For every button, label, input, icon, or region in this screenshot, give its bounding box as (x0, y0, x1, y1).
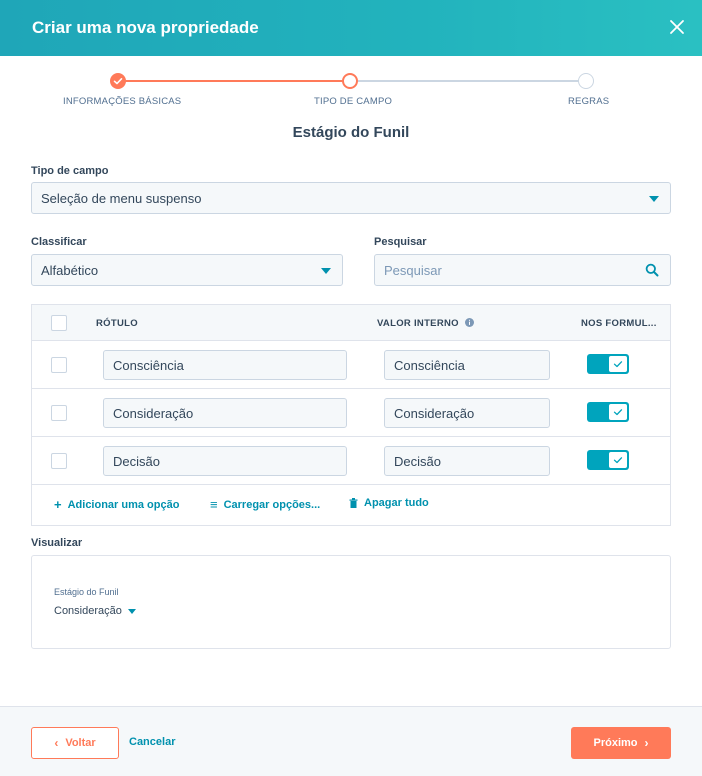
preview-heading: Visualizar (31, 537, 83, 549)
option-internal-value-input[interactable]: Decisão (384, 446, 550, 476)
clear-all-label: Apagar tudo (364, 497, 429, 509)
option-internal-value-input[interactable]: Consideração (384, 398, 550, 428)
search-input[interactable] (374, 254, 671, 286)
close-icon[interactable] (666, 16, 688, 38)
check-icon (608, 451, 628, 469)
table-actions: + Adicionar uma opção ≡ Carregar opções.… (32, 495, 670, 525)
trash-icon (349, 498, 358, 508)
table-row: Consciência Consciência (32, 341, 670, 389)
search-icon[interactable] (645, 263, 659, 277)
sort-label: Classificar (31, 236, 87, 248)
row-checkbox[interactable] (51, 357, 67, 373)
plus-icon: + (54, 497, 62, 512)
step-label-rules: REGRAS (568, 96, 610, 107)
step-label-basic-info: INFORMAÇÕES BÁSICAS (63, 96, 182, 107)
row-checkbox[interactable] (51, 453, 67, 469)
info-icon[interactable] (464, 318, 474, 327)
header-in-forms: NOS FORMUL... (581, 318, 657, 329)
chevron-down-icon (649, 196, 659, 202)
options-table: RÓTULO VALOR INTERNO NOS FORMUL... Consc… (31, 304, 671, 526)
progress-stepper: INFORMAÇÕES BÁSICAS TIPO DE CAMPO REGRAS (0, 70, 702, 120)
clear-all-button[interactable]: Apagar tudo (349, 497, 429, 509)
field-type-select[interactable]: Seleção de menu suspenso (31, 182, 671, 214)
table-header: RÓTULO VALOR INTERNO NOS FORMUL... (32, 305, 670, 341)
option-internal-value-input[interactable]: Consciência (384, 350, 550, 380)
cancel-button[interactable]: Cancelar (129, 736, 175, 748)
header-label: RÓTULO (96, 318, 138, 329)
table-row: Consideração Consideração (32, 389, 670, 437)
in-forms-toggle[interactable] (587, 354, 629, 374)
in-forms-toggle[interactable] (587, 402, 629, 422)
select-all-checkbox[interactable] (51, 315, 67, 331)
add-option-button[interactable]: + Adicionar uma opção (54, 497, 179, 512)
field-type-value: Seleção de menu suspenso (41, 190, 202, 206)
step-current-circle (342, 73, 358, 89)
chevron-left-icon: ‹ (54, 736, 59, 750)
preview-dropdown[interactable]: Consideração (54, 605, 136, 617)
load-options-button[interactable]: ≡ Carregar opções... (210, 497, 320, 512)
check-icon (608, 355, 628, 373)
table-row: Decisão Decisão (32, 437, 670, 485)
preview-box: Estágio do Funil Consideração (31, 555, 671, 649)
load-options-label: Carregar opções... (223, 498, 321, 511)
step-complete-check-icon (110, 73, 126, 89)
property-name-title: Estágio do Funil (292, 124, 410, 141)
check-icon (608, 403, 628, 421)
back-label: Voltar (65, 737, 96, 749)
preview-field-value: Consideração (54, 605, 122, 617)
option-label-input[interactable]: Consideração (103, 398, 347, 428)
option-label-input[interactable]: Consciência (103, 350, 347, 380)
row-checkbox[interactable] (51, 405, 67, 421)
step-connector-upcoming (350, 80, 586, 82)
add-option-label: Adicionar uma opção (67, 498, 180, 511)
list-icon: ≡ (210, 497, 218, 512)
search-label: Pesquisar (374, 236, 427, 248)
chevron-down-icon (127, 608, 136, 614)
in-forms-toggle[interactable] (587, 450, 629, 470)
modal-footer: ‹ Voltar Cancelar Próximo › (0, 706, 702, 776)
back-button[interactable]: ‹ Voltar (31, 727, 119, 759)
field-type-label: Tipo de campo (31, 165, 109, 177)
modal-header: Criar uma nova propriedade (0, 0, 702, 56)
step-upcoming-circle (578, 73, 594, 89)
chevron-down-icon (321, 268, 331, 274)
next-button[interactable]: Próximo › (571, 727, 671, 759)
preview-field-label: Estágio do Funil (54, 587, 119, 597)
header-internal-value: VALOR INTERNO (377, 318, 474, 329)
option-label-input[interactable]: Decisão (103, 446, 347, 476)
modal-title: Criar uma nova propriedade (32, 18, 259, 37)
next-label: Próximo (593, 737, 638, 749)
header-internal-value-text: VALOR INTERNO (377, 318, 459, 329)
chevron-right-icon: › (644, 736, 649, 750)
sort-value: Alfabético (41, 262, 99, 278)
sort-select[interactable]: Alfabético (31, 254, 343, 286)
step-connector-complete (118, 80, 350, 82)
step-label-field-type: TIPO DE CAMPO (314, 96, 393, 107)
